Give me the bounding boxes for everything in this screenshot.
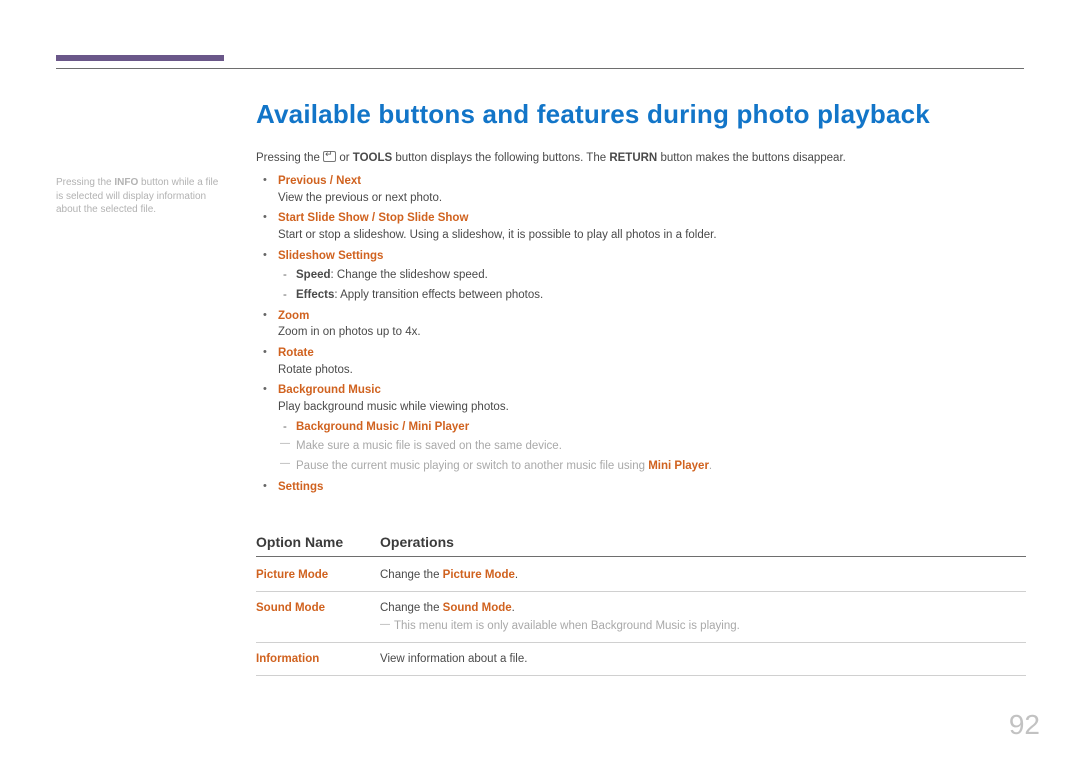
note-hl: Mini Player bbox=[648, 460, 709, 472]
row-op: Change the Sound Mode. bbox=[380, 602, 1026, 614]
table-rule bbox=[256, 556, 1026, 557]
list-item: Settings bbox=[256, 479, 1026, 496]
note-text: Pause the current music playing or switc… bbox=[296, 460, 648, 472]
row-name: Sound Mode bbox=[256, 602, 380, 614]
op-text: Change the bbox=[380, 569, 443, 581]
note-hl: Background Music bbox=[591, 620, 686, 632]
info-label: INFO bbox=[114, 177, 138, 188]
row-name: Information bbox=[256, 653, 380, 665]
sub-em: Effects bbox=[296, 289, 334, 301]
row-name: Picture Mode bbox=[256, 569, 380, 581]
sub-text: : Change the slideshow speed. bbox=[331, 269, 488, 281]
sub-text: : Apply transition effects between photo… bbox=[334, 289, 543, 301]
row-op: View information about a file. bbox=[380, 653, 1026, 665]
note-text: is playing. bbox=[685, 620, 739, 632]
table-header: Option Name Operations bbox=[256, 534, 1026, 556]
note-text-wrap: This menu item is only available when Ba… bbox=[380, 620, 1026, 632]
intro-text: button displays the following buttons. T… bbox=[395, 152, 609, 164]
item-title: Zoom bbox=[278, 310, 309, 322]
page-number: 92 bbox=[1009, 709, 1040, 741]
intro-text: or bbox=[339, 152, 352, 164]
page-title: Available buttons and features during ph… bbox=[256, 99, 930, 130]
item-title: Previous / Next bbox=[278, 175, 361, 187]
th-operations: Operations bbox=[380, 534, 1026, 550]
sub-item: Background Music / Mini Player bbox=[278, 419, 1026, 436]
op-hl: Sound Mode bbox=[443, 602, 512, 614]
row-note: This menu item is only available when Ba… bbox=[256, 620, 1026, 632]
table-rule-thin bbox=[256, 642, 1026, 643]
sub-item: Effects: Apply transition effects betwee… bbox=[278, 287, 1026, 304]
item-title: Rotate bbox=[278, 347, 314, 359]
item-desc: Play background music while viewing phot… bbox=[278, 401, 509, 413]
op-text: . bbox=[515, 569, 518, 581]
note-item: Pause the current music playing or switc… bbox=[278, 458, 1026, 475]
settings-table: Option Name Operations Picture Mode Chan… bbox=[256, 534, 1026, 686]
list-item: Slideshow Settings Speed: Change the sli… bbox=[256, 248, 1026, 304]
sub-hl: Background Music / Mini Player bbox=[296, 421, 469, 433]
table-row: Picture Mode Change the Picture Mode. bbox=[256, 569, 1026, 581]
op-text: Change the bbox=[380, 602, 443, 614]
sub-item: Speed: Change the slideshow speed. bbox=[278, 267, 1026, 284]
item-desc: Rotate photos. bbox=[278, 364, 353, 376]
note-item: Make sure a music file is saved on the s… bbox=[278, 438, 1026, 455]
list-item: Rotate Rotate photos. bbox=[256, 345, 1026, 378]
item-title: Slideshow Settings bbox=[278, 250, 383, 262]
accent-bar bbox=[56, 55, 224, 61]
table-row: Sound Mode Change the Sound Mode. bbox=[256, 602, 1026, 614]
list-item: Background Music Play background music w… bbox=[256, 382, 1026, 474]
row-op: Change the Picture Mode. bbox=[380, 569, 1026, 581]
note-pad bbox=[256, 620, 380, 632]
feature-list: Previous / Next View the previous or nex… bbox=[256, 173, 1026, 499]
intro-paragraph: Pressing the or TOOLS button displays th… bbox=[256, 151, 846, 164]
th-option-name: Option Name bbox=[256, 534, 380, 550]
manual-page: Available buttons and features during ph… bbox=[0, 0, 1080, 763]
table-rule-thin bbox=[256, 591, 1026, 592]
op-text: View information about a file. bbox=[380, 653, 527, 665]
top-rule bbox=[56, 68, 1024, 69]
note-text: . bbox=[709, 460, 712, 472]
item-title: Background Music bbox=[278, 384, 381, 396]
table-row: Information View information about a fil… bbox=[256, 653, 1026, 665]
table-rule-thin bbox=[256, 675, 1026, 676]
item-title: Settings bbox=[278, 481, 323, 493]
tools-label: TOOLS bbox=[353, 152, 392, 164]
sub-em: Speed bbox=[296, 269, 331, 281]
item-desc: View the previous or next photo. bbox=[278, 192, 442, 204]
note-text: This menu item is only available when bbox=[394, 620, 591, 632]
return-label: RETURN bbox=[609, 152, 657, 164]
item-desc: Zoom in on photos up to 4x. bbox=[278, 326, 421, 338]
intro-text: Pressing the bbox=[256, 152, 323, 164]
op-text: . bbox=[512, 602, 515, 614]
item-title: Start Slide Show / Stop Slide Show bbox=[278, 212, 468, 224]
item-desc: Start or stop a slideshow. Using a slide… bbox=[278, 229, 717, 241]
op-hl: Picture Mode bbox=[443, 569, 515, 581]
side-note: Pressing the INFO button while a file is… bbox=[56, 176, 226, 217]
list-item: Previous / Next View the previous or nex… bbox=[256, 173, 1026, 206]
list-item: Start Slide Show / Stop Slide Show Start… bbox=[256, 210, 1026, 243]
enter-icon bbox=[323, 151, 336, 162]
intro-text: button makes the buttons disappear. bbox=[660, 152, 845, 164]
sidenote-text: Pressing the bbox=[56, 177, 114, 188]
list-item: Zoom Zoom in on photos up to 4x. bbox=[256, 308, 1026, 341]
